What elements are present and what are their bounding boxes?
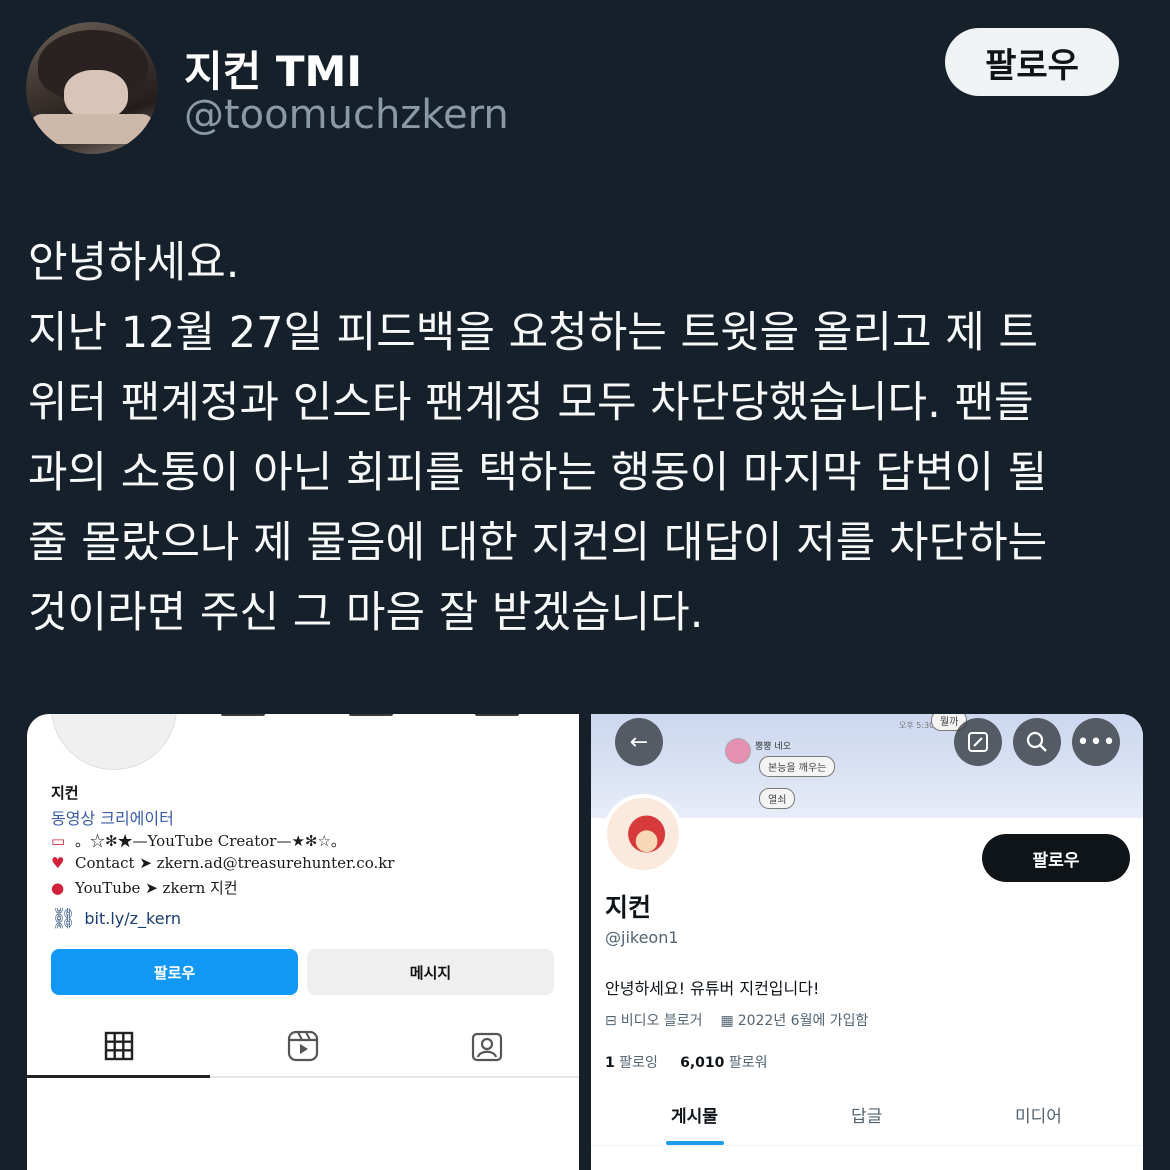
tweet-line: 안녕하세요.	[28, 238, 240, 288]
instagram-category: 동영상 크리에이터	[51, 809, 174, 828]
instagram-bio-line: ♥ Contact ➤ zkern.ad@treasurehunter.co.kr	[51, 854, 395, 872]
tweet-line: 과의 소통이 아닌 회피를 택하는 행동이 마지막 답변이 될	[28, 448, 1048, 498]
link-icon: ⛓	[51, 906, 77, 930]
heart-letter-icon: ♥	[51, 854, 65, 872]
follow-button[interactable]: 팔로우	[945, 28, 1119, 96]
tweet-line: 것이라면 주신 그 마음 잘 받겠습니다.	[28, 588, 704, 638]
profile-handle: @jikeon1	[605, 928, 679, 947]
korea-flag-icon: ▭	[51, 832, 66, 850]
profile-joined: ▦ 2022년 6월에 가입함	[720, 1013, 869, 1029]
instagram-bio-line: ● YouTube ➤ zkern 지컨	[51, 879, 238, 897]
author-display-name[interactable]: 지컨 TMI	[184, 38, 362, 99]
briefcase-icon: ⊟	[605, 1013, 617, 1029]
profile-category: ⊟ 비디오 블로거	[605, 1013, 703, 1029]
profile-name: 지컨	[605, 893, 652, 922]
calendar-icon: ▦	[720, 1013, 734, 1029]
tweet-line: 지난 12월 27일 피드백을 요청하는 트윗을 올리고 제 트	[28, 308, 1038, 358]
tab-divider	[591, 1145, 1143, 1146]
tab-replies[interactable]: 답글	[851, 1102, 882, 1127]
banner-chat-name: 뿡뿡 네오	[755, 742, 791, 752]
instagram-bio-link[interactable]: ⛓ bit.ly/z_kern	[51, 906, 181, 930]
edit-icon[interactable]	[954, 718, 1002, 766]
author-handle[interactable]: @toomuchzkern	[184, 92, 509, 138]
avatar-face-shape	[64, 70, 128, 120]
instagram-tab-indicator	[27, 1075, 210, 1078]
instagram-name: 지컨	[51, 784, 79, 802]
search-icon[interactable]	[1013, 718, 1061, 766]
profile-follow-button[interactable]: 팔로우	[982, 834, 1130, 882]
profile-bio: 안녕하세요! 유튜버 지컨입니다!	[605, 979, 820, 998]
profile-avatar[interactable]	[603, 794, 683, 874]
tab-posts[interactable]: 게시물	[671, 1102, 718, 1127]
banner-chat-avatar	[725, 738, 751, 764]
instagram-message-button[interactable]: 메시지	[307, 949, 554, 995]
strawberry-icon: ●	[51, 879, 65, 897]
followers-count: 6,010	[680, 1055, 725, 1071]
media-image-twitter-profile[interactable]: 오후 5:30 뭘까 뿡뿡 네오 본능을 깨우는 열쇠 ← ••• 팔로우 지컨…	[591, 714, 1143, 1170]
profile-meta: ⊟ 비디오 블로거 ▦ 2022년 6월에 가입함	[605, 1010, 868, 1030]
author-avatar[interactable]	[26, 22, 158, 154]
tab-media[interactable]: 미디어	[1015, 1102, 1062, 1127]
tweet-text: 안녕하세요. 지난 12월 27일 피드백을 요청하는 트윗을 올리고 제 트 …	[28, 228, 1144, 648]
followers-label: 팔로워	[728, 1055, 768, 1071]
instagram-avatar	[51, 714, 177, 770]
tweet-header: 지컨 TMI @toomuchzkern 팔로우	[26, 22, 1146, 162]
banner-chat-bubble: 본능을 깨우는	[759, 756, 836, 777]
profile-follow-stats[interactable]: 1 팔로잉 6,010 팔로워	[605, 1052, 768, 1072]
instagram-bio-line: ▭ 。☆✻★—YouTube Creator—★✻☆。	[51, 832, 346, 850]
grid-icon[interactable]	[99, 1026, 139, 1066]
media-image-instagram-profile[interactable]: 지컨 동영상 크리에이터 ▭ 。☆✻★—YouTube Creator—★✻☆。 …	[27, 714, 579, 1170]
back-arrow-icon[interactable]: ←	[615, 718, 663, 766]
tweet-line: 줄 몰랐으나 제 물음에 대한 지컨의 대답이 저를 차단하는	[28, 518, 1048, 568]
avatar-arm-shape	[30, 114, 154, 144]
following-label: 팔로잉	[619, 1055, 658, 1071]
banner-time: 오후 5:30	[899, 721, 935, 730]
profile-banner: 오후 5:30 뭘까 뿡뿡 네오 본능을 깨우는 열쇠	[591, 714, 1143, 818]
banner-chat-bubble: 열쇠	[759, 788, 796, 809]
instagram-follow-button[interactable]: 팔로우	[51, 949, 298, 995]
following-count: 1	[605, 1055, 615, 1071]
tweet-line: 위터 팬계정과 인스타 팬계정 모두 차단당했습니다. 팬들	[28, 378, 1034, 428]
instagram-stats-cropped	[217, 714, 557, 720]
more-icon[interactable]: •••	[1072, 718, 1120, 766]
tagged-icon[interactable]	[467, 1026, 507, 1066]
reels-icon[interactable]	[283, 1026, 323, 1066]
